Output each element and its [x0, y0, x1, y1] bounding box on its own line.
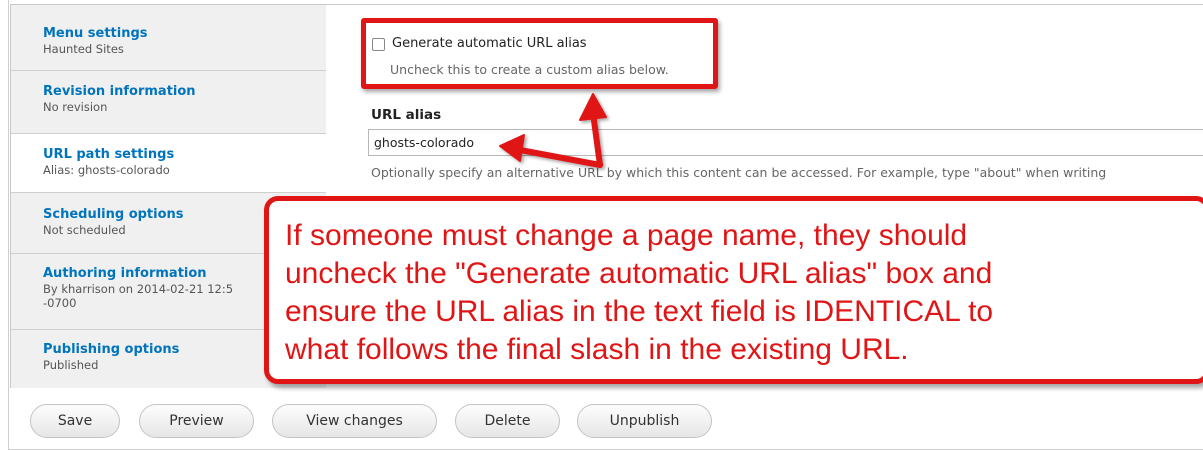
preview-button[interactable]: Preview [139, 404, 254, 438]
annotation-line: ensure the URL alias in the text field i… [285, 295, 994, 328]
annotation-callout: If someone must change a page name, they… [264, 196, 1203, 384]
arrow-left-shaft [517, 147, 603, 168]
arrow-up-shaft [590, 110, 603, 168]
annotation-line: what follows the final slash in the exis… [285, 333, 909, 366]
annotation-line: If someone must change a page name, they… [285, 219, 968, 252]
unpublish-button[interactable]: Unpublish [577, 404, 712, 438]
view-changes-button[interactable]: View changes [272, 404, 437, 438]
annotation-line: uncheck the "Generate automatic URL alia… [285, 257, 993, 290]
arrow-up-head [579, 93, 607, 121]
save-button[interactable]: Save [30, 404, 120, 438]
arrow-left-head [499, 134, 525, 162]
delete-button[interactable]: Delete [455, 404, 560, 438]
